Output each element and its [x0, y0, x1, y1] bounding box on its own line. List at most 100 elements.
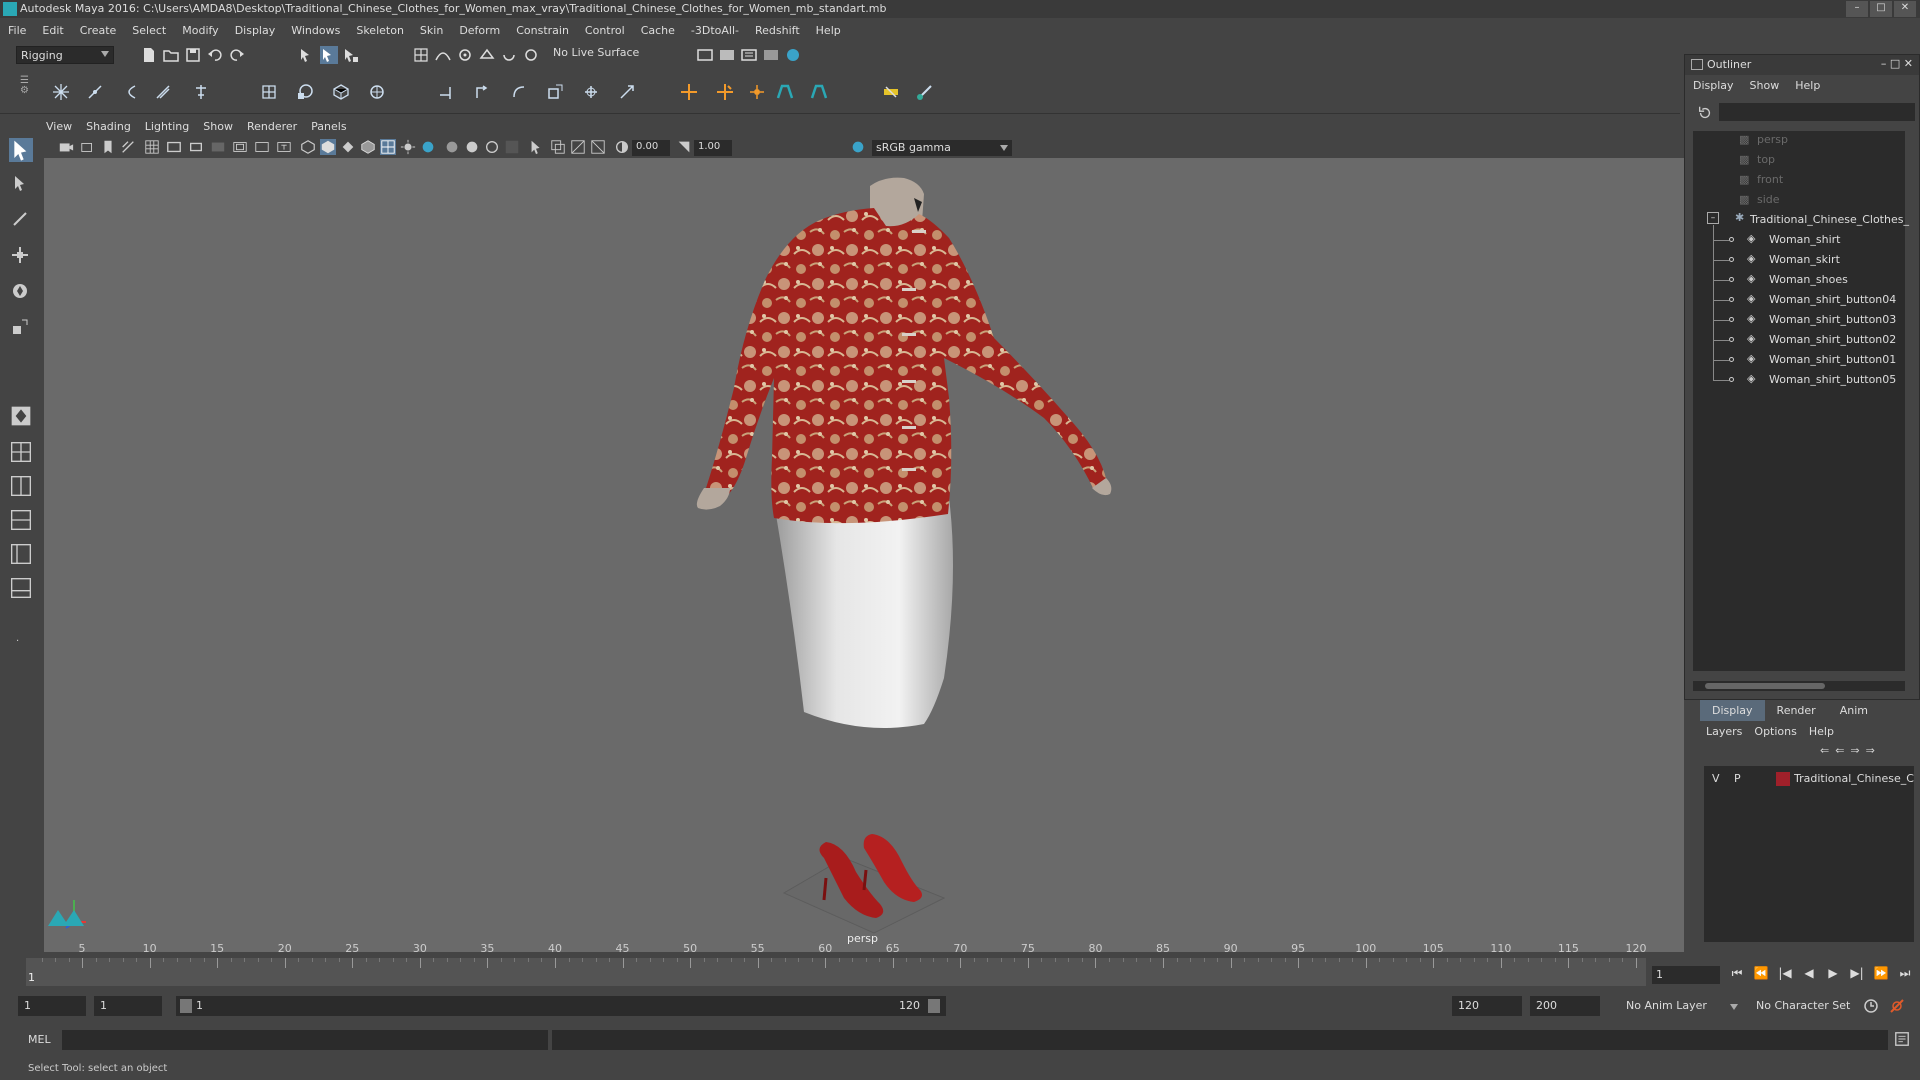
hik-control-icon[interactable] [810, 83, 828, 101]
new-scene-icon[interactable] [140, 46, 158, 64]
handle-icon[interactable] [716, 83, 734, 101]
scale-tool-icon[interactable] [11, 318, 29, 336]
safe-action-icon[interactable] [254, 139, 270, 155]
hypershade-icon[interactable] [784, 46, 802, 64]
make-live-icon[interactable] [522, 46, 540, 64]
menu-select[interactable]: Select [124, 20, 174, 37]
close-button[interactable]: ✕ [1894, 1, 1916, 17]
menu-3dtoall[interactable]: -3DtoAll- [683, 20, 747, 37]
playback-start-field[interactable]: 1 [94, 996, 162, 1016]
xray-icon[interactable] [550, 139, 566, 155]
playback-end-field[interactable]: 120 [1452, 996, 1522, 1016]
go-to-start-button[interactable]: ⏮ [1728, 966, 1746, 984]
animation-start-field[interactable]: 1 [18, 996, 86, 1016]
depth-of-field-icon[interactable] [504, 139, 520, 155]
collapse-icon[interactable]: – [1707, 212, 1719, 224]
point-constraint-icon[interactable] [438, 83, 456, 101]
wireframe-icon[interactable] [300, 139, 316, 155]
open-scene-icon[interactable] [162, 46, 180, 64]
mirror-joint-icon[interactable] [192, 83, 210, 101]
view-transform-dropdown[interactable]: sRGB gamma [872, 140, 1012, 156]
menu-redshift[interactable]: Redshift [747, 20, 808, 37]
lasso-tool-icon[interactable] [11, 174, 29, 192]
snap-view-plane-icon[interactable] [478, 46, 496, 64]
outliner-menu-display[interactable]: Display [1685, 75, 1742, 92]
tab-render[interactable]: Render [1765, 700, 1828, 721]
layer-action-icons[interactable]: ⇐⇐⇒⇒ [1820, 744, 1881, 757]
select-tool-icon[interactable] [9, 138, 33, 162]
select-hierarchy-icon[interactable] [298, 46, 316, 64]
range-end-handle[interactable] [928, 999, 940, 1013]
layer-visibility-toggle[interactable]: V [1712, 772, 1720, 785]
layer-playback-toggle[interactable]: P [1734, 772, 1741, 785]
step-back-frame-button[interactable]: |◀ [1776, 966, 1794, 984]
layout-two-side-icon[interactable] [9, 474, 33, 498]
viewport-persp[interactable]: persp [44, 158, 1684, 952]
image-plane-icon[interactable] [120, 139, 136, 155]
range-slider[interactable]: 1 120 [176, 996, 946, 1016]
render-view-icon[interactable] [696, 46, 714, 64]
layer-row[interactable]: V P Traditional_Chinese_Cl [1704, 770, 1914, 788]
snap-grid-icon[interactable] [412, 46, 430, 64]
rotate-tool-icon[interactable] [11, 282, 29, 300]
play-forwards-button[interactable]: ▶ [1824, 966, 1842, 984]
auto-key-icon[interactable] [1862, 997, 1880, 1015]
layer-menu-options[interactable]: Options [1748, 721, 1802, 742]
tab-anim[interactable]: Anim [1828, 700, 1880, 721]
menu-help[interactable]: Help [808, 20, 849, 37]
render-settings-icon[interactable] [762, 46, 780, 64]
menu-windows[interactable]: Windows [283, 20, 348, 37]
panel-menu-view[interactable]: View [46, 120, 72, 133]
go-to-end-button[interactable]: ⏭ [1896, 966, 1914, 984]
pole-vector-icon[interactable] [618, 83, 636, 101]
parent-constraint-icon[interactable] [582, 83, 600, 101]
wireframe-on-shaded-icon[interactable] [360, 139, 376, 155]
xray-components-icon[interactable] [590, 139, 606, 155]
panel-menu-lighting[interactable]: Lighting [145, 120, 189, 133]
toolbox-more-icon[interactable]: · [16, 636, 19, 647]
character-set-dropdown[interactable]: No Character Set [1750, 996, 1870, 1016]
step-back-key-button[interactable]: ⏪ [1752, 966, 1770, 984]
ipr-render-icon[interactable] [740, 46, 758, 64]
xray-joints-icon[interactable] [570, 139, 586, 155]
default-material-icon[interactable] [340, 139, 356, 155]
menu-display[interactable]: Display [227, 20, 284, 37]
command-language-label[interactable]: MEL [28, 1033, 51, 1046]
snap-curve-icon[interactable] [434, 46, 452, 64]
menu-constrain[interactable]: Constrain [508, 20, 577, 37]
camera-attributes-icon[interactable] [80, 139, 96, 155]
menu-control[interactable]: Control [577, 20, 633, 37]
maximize-button[interactable]: □ [1870, 1, 1892, 17]
range-start-handle[interactable] [180, 999, 192, 1013]
select-object-icon[interactable] [320, 46, 338, 64]
step-forward-key-button[interactable]: ⏩ [1872, 966, 1890, 984]
field-chart-icon[interactable] [232, 139, 248, 155]
layout-outliner-icon[interactable] [9, 542, 33, 566]
locator-icon[interactable] [680, 83, 698, 101]
render-current-icon[interactable] [718, 46, 736, 64]
gamma-field[interactable]: 1.00 [694, 140, 732, 156]
animation-end-field[interactable]: 200 [1530, 996, 1600, 1016]
lattice-icon[interactable] [332, 83, 350, 101]
outliner-menu-show[interactable]: Show [1742, 75, 1788, 92]
scroll-thumb[interactable] [1705, 683, 1825, 689]
safe-title-icon[interactable] [276, 139, 292, 155]
redo-icon[interactable] [228, 46, 246, 64]
layer-color-swatch[interactable] [1776, 772, 1790, 786]
move-tool-icon[interactable] [11, 246, 29, 264]
menu-edit[interactable]: Edit [34, 20, 71, 37]
cluster-icon[interactable] [368, 83, 386, 101]
select-component-icon[interactable] [342, 46, 360, 64]
camera-icon[interactable] [58, 139, 74, 155]
scale-constraint-icon[interactable] [546, 83, 564, 101]
set-driven-key-icon[interactable] [748, 83, 766, 101]
film-gate-icon[interactable] [166, 139, 182, 155]
menu-modify[interactable]: Modify [174, 20, 226, 37]
undo-icon[interactable] [206, 46, 224, 64]
step-forward-frame-button[interactable]: ▶| [1848, 966, 1866, 984]
panel-menu-show[interactable]: Show [203, 120, 233, 133]
refresh-icon[interactable] [1697, 105, 1713, 121]
menu-file[interactable]: File [0, 20, 34, 37]
layout-graph-icon[interactable] [9, 576, 33, 600]
outliner-hscrollbar[interactable] [1693, 681, 1905, 691]
